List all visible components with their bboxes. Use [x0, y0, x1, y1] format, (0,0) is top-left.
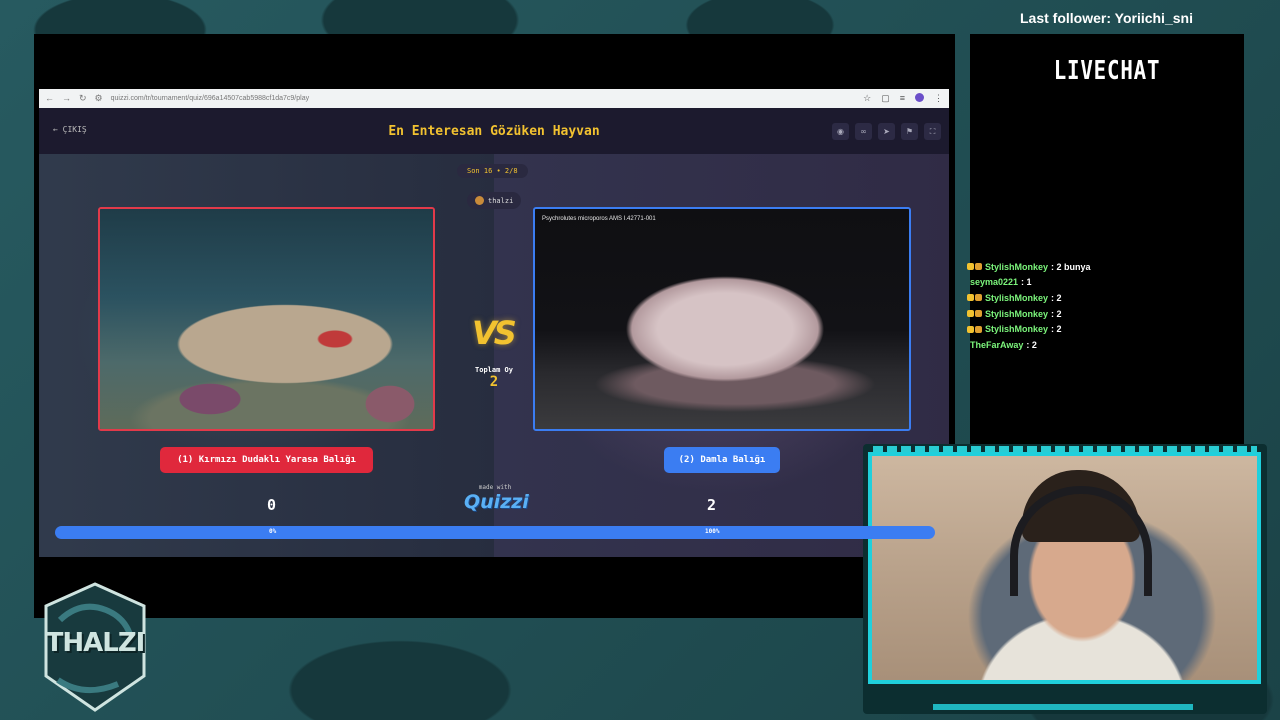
red-lipped-batfish-image[interactable]	[100, 209, 433, 429]
image-caption: Psychrolutes microporos AMS I.42771-001	[542, 216, 656, 222]
percent-right: 100%	[705, 528, 720, 535]
quiz-stage: Son 16 • 2/8 thalzi VS Toplam Oy 2 Psych…	[39, 154, 949, 557]
browser-nav: ← → ↻ ⚙	[45, 93, 103, 104]
chat-message: seyma0221: 1	[970, 275, 1244, 291]
address-bar[interactable]: ← → ↻ ⚙ quizzi.com/tr/tournament/quiz/69…	[39, 89, 949, 108]
quizzi-logo[interactable]: Quizzi	[464, 491, 529, 513]
chat-text: : 1	[1021, 277, 1032, 288]
flag-icon[interactable]: ⚑	[901, 123, 918, 140]
url-text[interactable]: quizzi.com/tr/tournament/quiz/696a14507c…	[111, 95, 856, 102]
media-icon[interactable]: ≡	[900, 93, 905, 104]
reload-icon[interactable]: ↻	[79, 93, 87, 104]
chat-text: : 2	[1026, 339, 1037, 350]
chat-text: : 2	[1051, 308, 1062, 319]
bookmark-star-icon[interactable]: ☆	[863, 93, 871, 104]
badge-icon	[967, 294, 974, 302]
host-badge: thalzi	[467, 192, 522, 209]
chat-username[interactable]: StylishMonkey	[985, 293, 1048, 303]
chat-username[interactable]: StylishMonkey	[985, 309, 1048, 319]
channel-logo: THALZI	[36, 580, 154, 714]
logo-text: THALZI	[45, 628, 146, 658]
vote-progress-bar: 0% 100%	[55, 526, 935, 539]
vs-logo: VS	[472, 314, 517, 352]
chat-message: TheFarAway: 2	[970, 337, 1244, 353]
badge-icon	[967, 310, 974, 318]
browser-tools: ☆ ▢ ≡ ⋮	[863, 93, 943, 104]
badge-icon	[975, 310, 982, 318]
chat-username[interactable]: StylishMonkey	[985, 324, 1048, 334]
webcam-frame	[863, 444, 1267, 714]
chat-message: StylishMonkey: 2	[967, 306, 1244, 322]
header-toolbar: ◉ ∞ ➤ ⚑ ⛶	[832, 123, 941, 140]
percent-left: 0%	[269, 528, 277, 535]
browser-window: ← → ↻ ⚙ quizzi.com/tr/tournament/quiz/69…	[39, 89, 949, 557]
chat-badges	[967, 294, 982, 302]
webcam-frame-accent	[933, 704, 1193, 710]
score-right: 2	[707, 496, 717, 514]
exit-button[interactable]: ← ÇIKIŞ	[53, 125, 87, 134]
round-indicator: Son 16 • 2/8	[457, 164, 528, 178]
choice-button-2[interactable]: (2) Damla Balığı	[664, 447, 780, 473]
chat-message: StylishMonkey: 2 bunya	[967, 259, 1244, 275]
made-with-label: made with	[478, 484, 512, 491]
quiz-header: ← ÇIKIŞ En Enteresan Gözüken Hayvan ◉ ∞ …	[39, 108, 949, 154]
chat-text: : 2 bunya	[1051, 261, 1091, 272]
score-left: 0	[267, 496, 277, 514]
total-votes-label: Toplam Oy	[475, 366, 513, 374]
choice-card-left[interactable]	[98, 207, 435, 431]
site-info-icon[interactable]: ⚙	[95, 93, 103, 104]
extensions-icon[interactable]: ▢	[881, 93, 890, 104]
blobfish-image[interactable]: Psychrolutes microporos AMS I.42771-001	[535, 209, 909, 429]
chat-message: StylishMonkey: 2	[967, 290, 1244, 306]
screen-capture: ← → ↻ ⚙ quizzi.com/tr/tournament/quiz/69…	[34, 34, 955, 618]
choice-button-1[interactable]: (1) Kırmızı Dudaklı Yarasa Balığı	[160, 447, 373, 473]
profile-icon[interactable]	[915, 93, 924, 102]
badge-icon	[975, 294, 982, 302]
chat-badges	[967, 263, 982, 271]
badge-icon	[967, 325, 974, 333]
chat-username[interactable]: seyma0221	[970, 277, 1018, 287]
chat-badges	[967, 325, 982, 333]
host-avatar-icon	[475, 196, 484, 205]
chat-message: StylishMonkey: 2	[967, 321, 1244, 337]
host-name: thalzi	[488, 196, 514, 205]
livechat-title: LIVECHAT	[1053, 56, 1161, 86]
choice-card-right[interactable]: Psychrolutes microporos AMS I.42771-001	[533, 207, 911, 431]
webcam-feed	[868, 452, 1261, 684]
livechat-panel: LIVECHAT StylishMonkey: 2 bunya seyma0221…	[967, 34, 1244, 444]
badge-icon	[975, 325, 982, 333]
chat-username[interactable]: StylishMonkey	[985, 262, 1048, 272]
chat-text: : 2	[1051, 324, 1062, 335]
chat-text: : 2	[1051, 292, 1062, 303]
total-votes-value: 2	[489, 374, 499, 390]
badge-icon	[975, 263, 982, 271]
eye-icon[interactable]: ◉	[832, 123, 849, 140]
link-icon[interactable]: ∞	[855, 123, 872, 140]
chat-badges	[967, 310, 982, 318]
last-follower-label: Last follower: Yoriichi_sni	[1020, 10, 1193, 26]
chat-username[interactable]: TheFarAway	[970, 340, 1023, 350]
forward-icon[interactable]: →	[62, 93, 71, 104]
menu-icon[interactable]: ⋮	[934, 93, 943, 104]
badge-icon	[967, 263, 974, 271]
chat-message-list: StylishMonkey: 2 bunya seyma0221: 1 Stylis…	[967, 259, 1244, 353]
quiz-title: En Enteresan Gözüken Hayvan	[388, 123, 600, 139]
fullscreen-icon[interactable]: ⛶	[924, 123, 941, 140]
share-icon[interactable]: ➤	[878, 123, 895, 140]
back-icon[interactable]: ←	[45, 93, 54, 104]
